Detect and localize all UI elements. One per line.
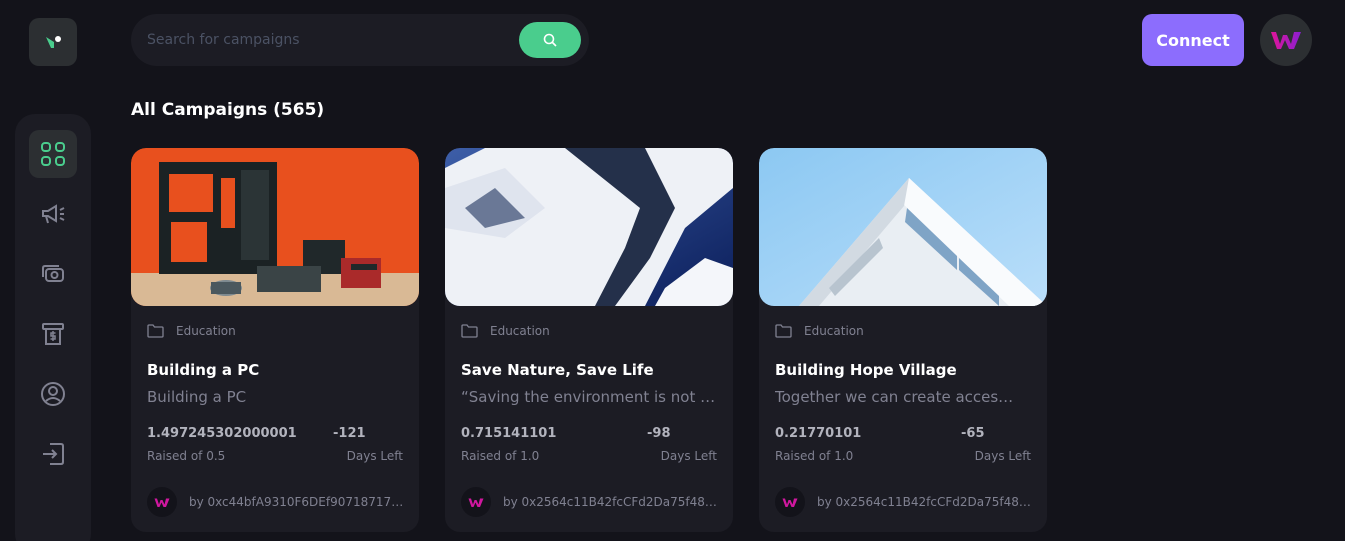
sidebar-item-logout[interactable] (29, 430, 77, 478)
days-left-label: Days Left (974, 449, 1031, 463)
withdraw-icon (42, 323, 64, 345)
owner-avatar (147, 487, 177, 517)
payment-icon (42, 265, 64, 282)
logo-icon (46, 36, 61, 48)
connect-button[interactable]: Connect (1142, 14, 1244, 66)
search-button[interactable] (519, 22, 581, 58)
user-logo-icon (468, 498, 484, 507)
user-logo-icon (1271, 32, 1301, 49)
amount-collected: 0.21770101 (775, 426, 862, 441)
owner-avatar (775, 487, 805, 517)
folder-icon (461, 324, 478, 338)
sidebar (15, 114, 91, 541)
profile-icon (41, 382, 65, 406)
dashboard-icon (41, 142, 65, 166)
search-icon (543, 33, 557, 47)
sidebar-item-campaign[interactable] (29, 190, 77, 238)
user-logo-icon (782, 498, 798, 507)
sidebar-item-withdraw[interactable] (29, 310, 77, 358)
search-bar (131, 14, 589, 66)
campaign-description: Building a PC (147, 388, 247, 406)
owner: by 0xc44bfA9310F6DEf90718717cda2... (147, 487, 407, 517)
days-left-label: Days Left (660, 449, 717, 463)
campaign-description: “Saving the environment is not … (461, 388, 716, 406)
campaign-title: Save Nature, Save Life (461, 361, 654, 379)
category: Education (461, 324, 550, 338)
days-left-value: -65 (961, 426, 985, 441)
user-logo-icon (154, 498, 170, 507)
folder-icon (775, 324, 792, 338)
campaign-title: Building a PC (147, 361, 260, 379)
owner-address: by 0xc44bfA9310F6DEf90718717cda2... (189, 495, 407, 509)
owner: by 0x2564c11B42fcCFd2Da75f48222... (775, 487, 1035, 517)
page-title: All Campaigns (565) (131, 100, 325, 120)
raised-target: Raised of 1.0 (775, 449, 854, 463)
owner-avatar (461, 487, 491, 517)
raised-target: Raised of 1.0 (461, 449, 540, 463)
category-label: Education (804, 324, 864, 338)
days-left-value: -121 (333, 426, 366, 441)
campaign-image (131, 148, 419, 306)
campaign-card[interactable]: Education Save Nature, Save Life “Saving… (445, 148, 733, 532)
app-logo[interactable] (29, 18, 77, 66)
raised-target: Raised of 0.5 (147, 449, 226, 463)
megaphone-icon (42, 204, 65, 224)
category-label: Education (490, 324, 550, 338)
folder-icon (147, 324, 164, 338)
sidebar-item-payment[interactable] (29, 250, 77, 298)
campaign-card[interactable]: Education Building a PC Building a PC 1.… (131, 148, 419, 532)
days-left-label: Days Left (346, 449, 403, 463)
logout-icon (43, 443, 64, 465)
category: Education (147, 324, 236, 338)
amount-collected: 1.497245302000001 (147, 426, 297, 441)
owner-address: by 0x2564c11B42fcCFd2Da75f48222... (503, 495, 721, 509)
amount-collected: 0.715141101 (461, 426, 557, 441)
owner: by 0x2564c11B42fcCFd2Da75f48222... (461, 487, 721, 517)
days-left-value: -98 (647, 426, 671, 441)
sidebar-item-profile[interactable] (29, 370, 77, 418)
category: Education (775, 324, 864, 338)
category-label: Education (176, 324, 236, 338)
sidebar-item-dashboard[interactable] (29, 130, 77, 178)
owner-address: by 0x2564c11B42fcCFd2Da75f48222... (817, 495, 1035, 509)
campaign-description: Together we can create acces… (775, 388, 1014, 406)
search-input[interactable] (147, 14, 517, 66)
campaign-image (445, 148, 733, 306)
campaign-card[interactable]: Education Building Hope Village Together… (759, 148, 1047, 532)
avatar[interactable] (1260, 14, 1312, 66)
campaign-title: Building Hope Village (775, 361, 957, 379)
campaign-image (759, 148, 1047, 306)
